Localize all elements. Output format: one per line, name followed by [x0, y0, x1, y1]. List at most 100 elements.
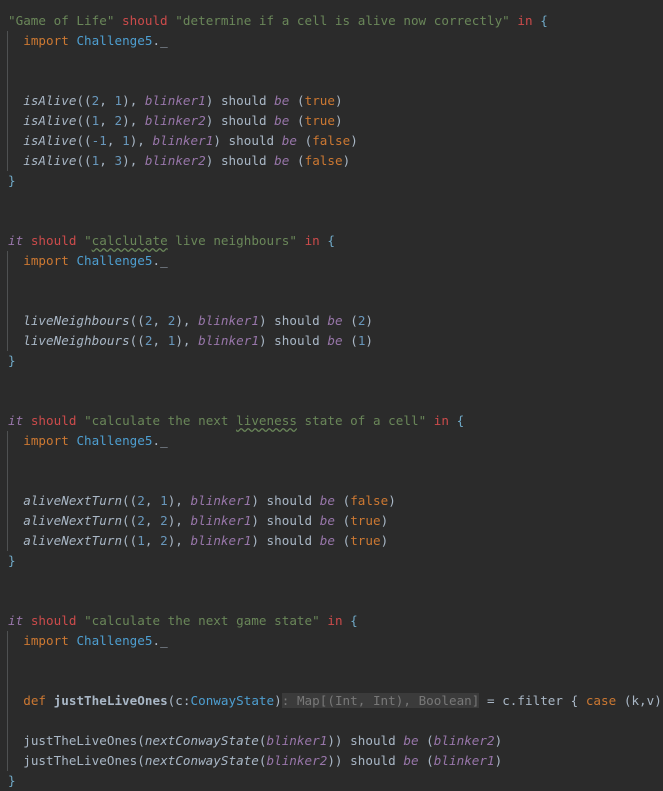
code-line[interactable]: isAlive((1, 2), blinker2) should be (tru…: [0, 111, 663, 131]
code-token: 1: [137, 533, 145, 548]
code-token: case: [585, 693, 617, 708]
code-token: true: [304, 93, 336, 108]
code-line[interactable]: it should "calculate the next game state…: [0, 611, 663, 631]
code-line[interactable]: aliveNextTurn((2, 2), blinker1) should b…: [0, 511, 663, 531]
code-line[interactable]: [0, 471, 663, 491]
code-token: ((: [122, 533, 138, 548]
code-token: ,: [144, 493, 161, 508]
code-line[interactable]: [0, 591, 663, 611]
code-token: "calculate the next game state": [84, 613, 320, 628]
code-line[interactable]: def justTheLiveOnes(c:ConwayState): Map[…: [0, 691, 663, 711]
code-token: isAlive: [23, 153, 77, 168]
code-editor-pane[interactable]: "Game of Life" should "determine if a ce…: [0, 0, 663, 788]
code-line[interactable]: import Challenge5._: [0, 251, 663, 271]
code-token: }: [8, 173, 16, 188]
code-token: ): [380, 513, 389, 528]
code-token: ),: [175, 313, 199, 328]
code-line[interactable]: }: [0, 171, 663, 191]
code-token: ._: [152, 33, 168, 48]
code-line[interactable]: it should "calclulate live neighbours" i…: [0, 231, 663, 251]
code-token: {: [540, 13, 548, 28]
code-token: ): [388, 493, 396, 508]
code-line[interactable]: liveNeighbours((2, 2), blinker1) should …: [0, 311, 663, 331]
code-line[interactable]: [0, 711, 663, 731]
code-line[interactable]: [0, 271, 663, 291]
code-line[interactable]: }: [0, 551, 663, 571]
code-line[interactable]: [0, 71, 663, 91]
code-token: blinker2: [266, 753, 328, 768]
code-token: nextConwayState: [144, 753, 259, 768]
code-line[interactable]: import Challenge5._: [0, 31, 663, 51]
code-token: 2: [137, 493, 145, 508]
code-token: isAlive: [23, 93, 77, 108]
code-token: ): [335, 113, 343, 128]
code-token: 1: [122, 133, 130, 148]
code-token: it: [8, 613, 24, 628]
code-token: blinker1: [152, 133, 214, 148]
code-line[interactable]: aliveNextTurn((1, 2), blinker1) should b…: [0, 531, 663, 551]
code-line[interactable]: }: [0, 351, 663, 371]
code-line[interactable]: [0, 571, 663, 591]
code-token: (: [258, 733, 267, 748]
code-line[interactable]: liveNeighbours((2, 1), blinker1) should …: [0, 331, 663, 351]
code-token: be: [319, 533, 335, 548]
code-token: import: [23, 33, 69, 48]
code-token: }: [8, 553, 16, 568]
code-token: be: [274, 93, 290, 108]
code-token: {: [350, 613, 358, 628]
code-token: ) should: [251, 513, 320, 528]
code-line[interactable]: justTheLiveOnes(nextConwayState(blinker1…: [0, 731, 663, 751]
code-token: aliveNextTurn: [23, 513, 123, 528]
code-token: ((: [129, 333, 145, 348]
code-token: ,: [144, 533, 161, 548]
code-token: "calculate the next: [84, 413, 237, 428]
code-token: liveNeighbours: [23, 333, 130, 348]
code-line[interactable]: [0, 291, 663, 311]
code-line[interactable]: "Game of Life" should "determine if a ce…: [0, 11, 663, 31]
code-token: live neighbours": [167, 233, 297, 248]
code-line[interactable]: isAlive((1, 3), blinker2) should be (fal…: [0, 151, 663, 171]
code-token: isAlive: [23, 133, 77, 148]
code-token: (: [342, 313, 358, 328]
code-line[interactable]: [0, 451, 663, 471]
code-text-area[interactable]: "Game of Life" should "determine if a ce…: [0, 11, 663, 791]
code-line[interactable]: isAlive((-1, 1), blinker1) should be (fa…: [0, 131, 663, 151]
code-token: ,: [106, 133, 123, 148]
code-token: ): [350, 133, 358, 148]
code-line[interactable]: }: [0, 771, 663, 791]
code-token: ((: [76, 133, 92, 148]
code-token: (: [334, 533, 351, 548]
code-line[interactable]: [0, 651, 663, 671]
code-line[interactable]: aliveNextTurn((2, 1), blinker1) should b…: [0, 491, 663, 511]
code-line[interactable]: [0, 371, 663, 391]
code-line[interactable]: isAlive((2, 1), blinker1) should be (tru…: [0, 91, 663, 111]
code-line[interactable]: import Challenge5._: [0, 631, 663, 651]
code-token: state of a cell": [296, 413, 427, 428]
code-token: ),: [129, 133, 153, 148]
code-line[interactable]: [0, 211, 663, 231]
code-token: ,: [144, 513, 161, 528]
code-token: blinker2: [144, 153, 206, 168]
code-line[interactable]: [0, 671, 663, 691]
code-line[interactable]: [0, 391, 663, 411]
code-line[interactable]: justTheLiveOnes(nextConwayState(blinker2…: [0, 751, 663, 771]
code-line[interactable]: [0, 191, 663, 211]
code-token: ,: [99, 153, 115, 168]
code-line[interactable]: it should "calculate the next liveness s…: [0, 411, 663, 431]
code-token: blinker1: [198, 313, 259, 328]
code-token: 2: [114, 113, 123, 128]
code-line[interactable]: [0, 51, 663, 71]
code-token: import: [23, 433, 69, 448]
code-token: ): [335, 93, 343, 108]
code-line[interactable]: import Challenge5._: [0, 431, 663, 451]
